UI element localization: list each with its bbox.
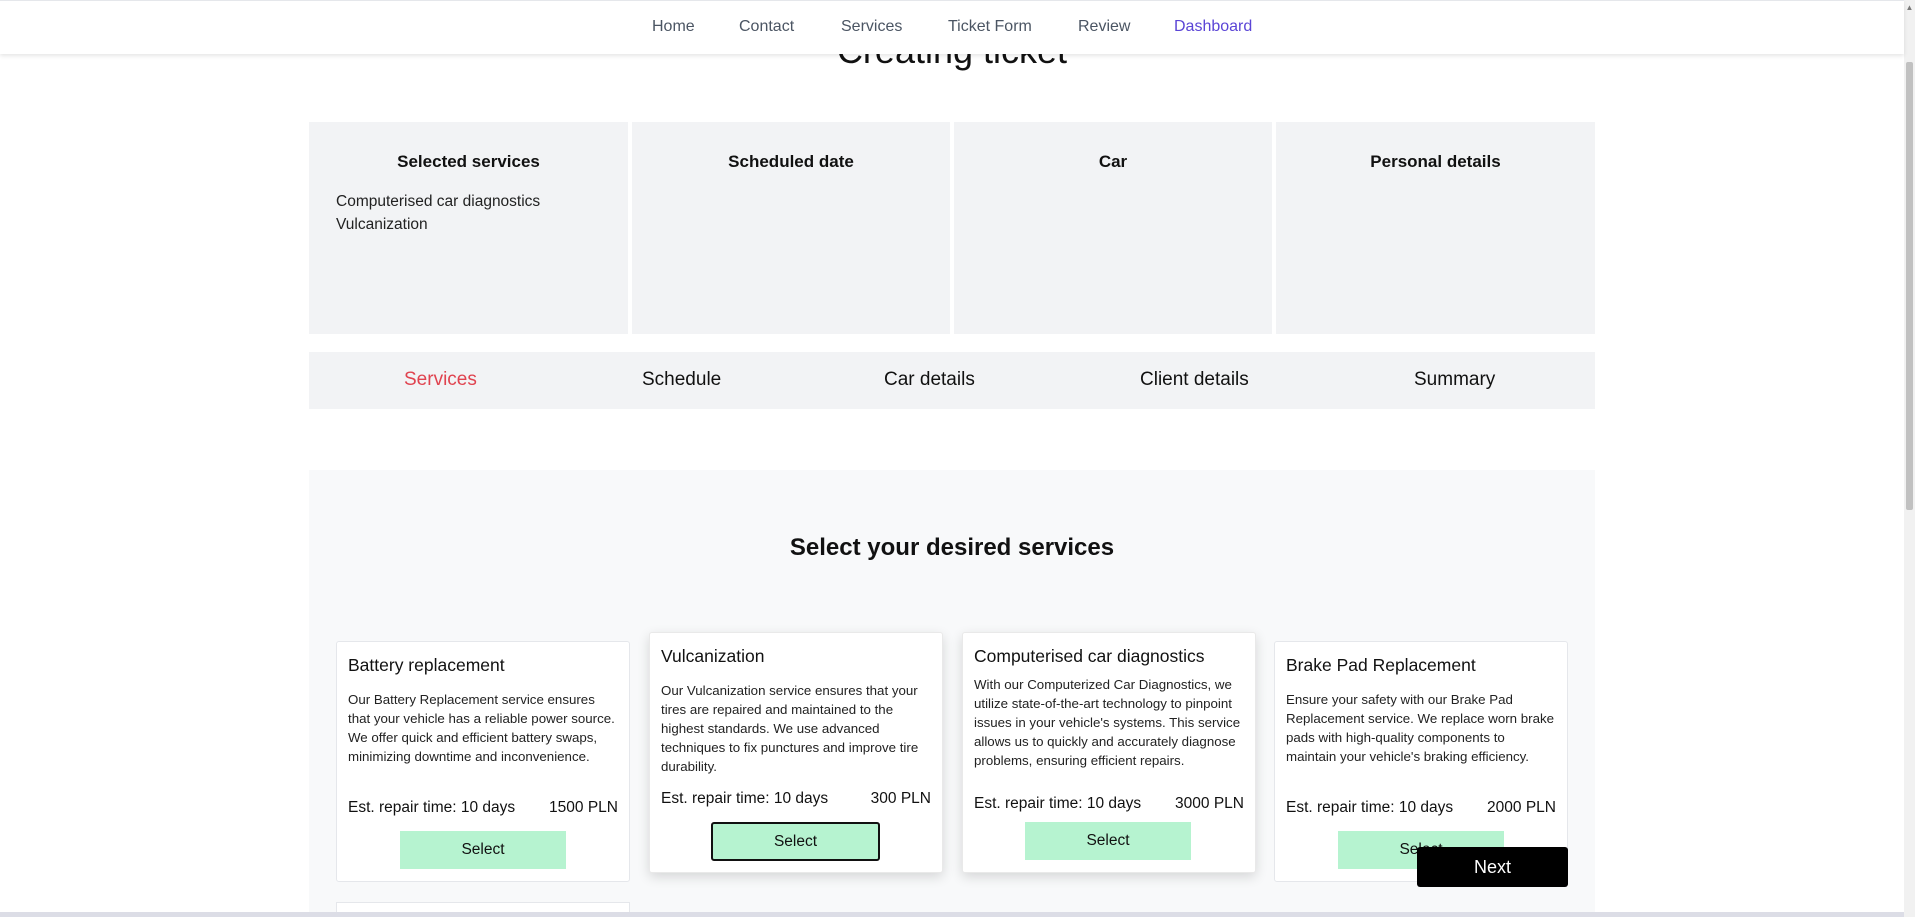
nav-link-home[interactable]: Home — [652, 18, 695, 36]
scroll-thumb[interactable] — [1906, 62, 1913, 510]
service-name: Computerised car diagnostics — [974, 646, 1205, 666]
select-button[interactable]: Select — [1025, 822, 1191, 860]
page-viewport: Creating ticket Home Contact Services Ti… — [0, 0, 1915, 917]
step-tab-summary[interactable]: Summary — [1414, 369, 1495, 391]
nav-link-services[interactable]: Services — [841, 18, 902, 36]
summary-heading: Car — [1098, 152, 1128, 171]
summary-personal-details: Personal details — [1276, 122, 1595, 334]
summary-heading: Scheduled date — [728, 152, 854, 171]
select-button[interactable]: Select — [400, 831, 566, 869]
nav-link-dashboard[interactable]: Dashboard — [1174, 18, 1252, 36]
nav-link-ticket-form[interactable]: Ticket Form — [948, 18, 1032, 36]
service-description: Our Vulcanization service ensures that y… — [661, 683, 919, 774]
select-button[interactable]: Select — [711, 822, 880, 861]
service-price: 1500 PLN — [549, 799, 618, 816]
service-name: Vulcanization — [661, 646, 765, 666]
service-name: Brake Pad Replacement — [1286, 655, 1476, 675]
service-description: With our Computerized Car Diagnostics, w… — [974, 677, 1241, 768]
nav-link-review[interactable]: Review — [1078, 18, 1130, 36]
selected-service-item: Computerised car diagnostics — [336, 193, 541, 210]
service-card-brake-pad-replacement: Brake Pad Replacement Ensure your safety… — [1274, 641, 1568, 882]
repair-time: Est. repair time: 10 days — [661, 790, 829, 807]
service-price: 300 PLN — [870, 790, 931, 807]
summary-heading: Personal details — [1370, 152, 1501, 171]
step-tab-schedule[interactable]: Schedule — [642, 369, 721, 391]
summary-car: Car — [954, 122, 1272, 334]
repair-time: Est. repair time: 10 days — [974, 795, 1142, 812]
service-price: 3000 PLN — [1175, 795, 1244, 812]
next-button[interactable]: Next — [1417, 847, 1568, 887]
summary-scheduled-date: Scheduled date — [632, 122, 950, 334]
bottom-edge — [0, 912, 1904, 917]
step-tab-client-details[interactable]: Client details — [1140, 369, 1249, 391]
top-navbar: Home Contact Services Ticket Form Review… — [0, 0, 1904, 54]
repair-time: Est. repair time: 10 days — [348, 799, 516, 816]
repair-time: Est. repair time: 10 days — [1286, 799, 1454, 816]
service-card-battery-replacement: Battery replacement Our Battery Replacem… — [336, 641, 630, 882]
summary-selected-services: Selected services Computerised car diagn… — [309, 122, 628, 334]
step-tab-services[interactable]: Services — [404, 369, 477, 391]
service-card-vulcanization: Vulcanization Our Vulcanization service … — [649, 632, 943, 873]
selected-services-list: Computerised car diagnostics Vulcanizati… — [336, 190, 540, 236]
service-description: Ensure your safety with our Brake Pad Re… — [1286, 692, 1555, 764]
page-scrollbar[interactable]: ▲ — [1904, 0, 1915, 917]
summary-heading: Selected services — [397, 152, 540, 171]
selected-service-item: Vulcanization — [336, 216, 428, 233]
service-card-computerised-diagnostics: Computerised car diagnostics With our Co… — [962, 632, 1256, 873]
service-description: Our Battery Replacement service ensures … — [348, 692, 615, 764]
section-title: Select your desired services — [789, 534, 1115, 561]
step-tab-car-details[interactable]: Car details — [884, 369, 975, 391]
nav-link-contact[interactable]: Contact — [739, 18, 794, 36]
service-price: 2000 PLN — [1487, 799, 1556, 816]
scroll-up-arrow-icon[interactable]: ▲ — [1904, 2, 1915, 14]
service-name: Battery replacement — [348, 655, 505, 675]
steps-bar: Services Schedule Car details Client det… — [309, 352, 1595, 409]
